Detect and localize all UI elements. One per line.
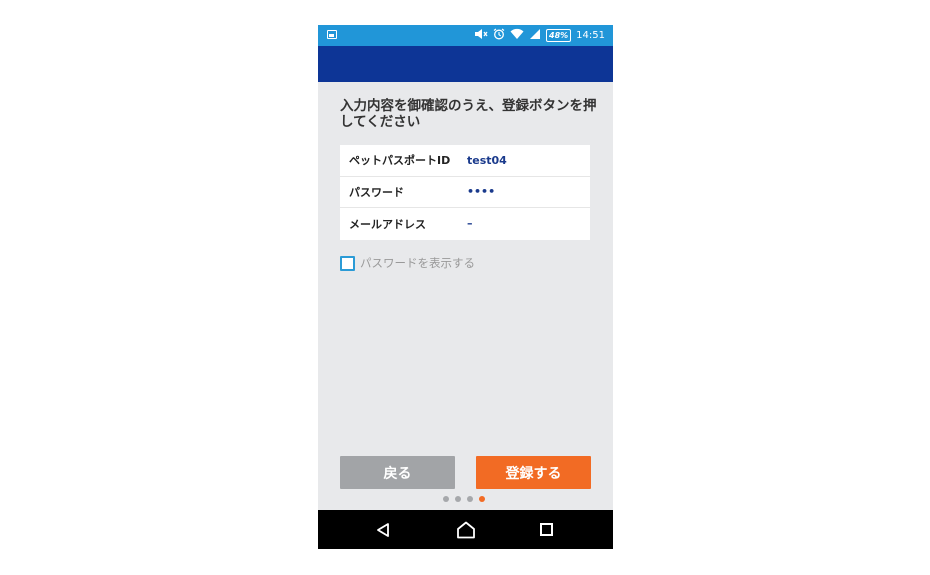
page-dot — [455, 496, 461, 502]
table-row: ペットパスポートID test04 — [340, 145, 590, 177]
recent-apps-icon[interactable] — [540, 523, 553, 536]
battery-icon: 48% — [546, 29, 572, 42]
show-password-option[interactable]: パスワードを表示する — [340, 255, 475, 271]
pet-passport-id-label: ペットパスポートID — [349, 154, 451, 168]
email-label: メールアドレス — [349, 217, 426, 231]
back-icon[interactable] — [375, 522, 391, 538]
pet-passport-id-value: test04 — [467, 153, 507, 167]
clock: 14:51 — [576, 30, 605, 41]
signal-icon — [529, 28, 541, 44]
phone-screen: 48% 14:51 入力内容を御確認のうえ、登録ボタンを押してください ペットパ… — [318, 25, 613, 549]
page-indicator — [443, 496, 485, 502]
page-heading: 入力内容を御確認のうえ、登録ボタンを押してください — [340, 98, 597, 130]
back-button[interactable]: 戻る — [340, 456, 455, 489]
table-row: パスワード •••• — [340, 177, 590, 209]
navigation-bar — [318, 510, 613, 549]
home-icon[interactable] — [456, 521, 476, 539]
show-password-checkbox[interactable] — [340, 255, 355, 271]
table-row: メールアドレス – — [340, 208, 590, 240]
confirmation-table: ペットパスポートID test04 パスワード •••• メールアドレス – — [340, 145, 590, 240]
wifi-icon — [510, 28, 524, 44]
app-bar — [318, 46, 613, 82]
page-dot — [443, 496, 449, 502]
mute-icon — [474, 28, 488, 44]
status-icons: 48% 14:51 — [474, 28, 605, 43]
password-label: パスワード — [349, 185, 404, 199]
password-value: •••• — [467, 185, 496, 199]
register-button[interactable]: 登録する — [476, 456, 591, 489]
email-value: – — [467, 217, 473, 231]
image-notification-icon — [327, 30, 337, 39]
page-dot-active — [479, 496, 485, 502]
page-dot — [467, 496, 473, 502]
status-bar: 48% 14:51 — [318, 25, 613, 46]
alarm-icon — [493, 28, 505, 44]
show-password-label[interactable]: パスワードを表示する — [360, 255, 475, 271]
